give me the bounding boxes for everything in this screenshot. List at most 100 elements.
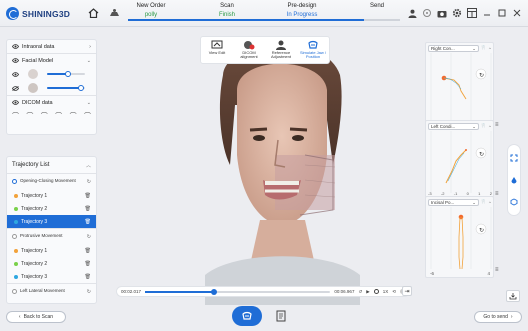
- graph-settings-icon[interactable]: ≡: [495, 122, 499, 128]
- reset-icon: ↻: [479, 72, 484, 79]
- user-icon[interactable]: [407, 8, 417, 18]
- delete-icon[interactable]: 🗑: [85, 219, 91, 225]
- step-status: In Progress: [286, 12, 318, 18]
- minimize-icon[interactable]: [482, 8, 492, 18]
- step-status: Finish: [218, 12, 235, 18]
- trajectory-group[interactable]: Opening-Closing Movement ↻: [7, 174, 96, 189]
- graph-select[interactable]: Right Con... ⌄: [428, 44, 479, 52]
- delete-icon[interactable]: 🗑: [85, 274, 91, 280]
- maximize-icon[interactable]: [497, 8, 507, 18]
- trajectory-item[interactable]: Trajectory 2 🗑: [7, 257, 96, 270]
- refresh-icon[interactable]: ↻: [87, 234, 91, 240]
- send-preview-button[interactable]: [506, 290, 520, 302]
- progress-line: [128, 19, 364, 21]
- trajectory-item[interactable]: Trajectory 2 🗑: [7, 202, 96, 215]
- trajectory-item[interactable]: Trajectory 3 🗑: [7, 215, 96, 228]
- tooth-icon[interactable]: 🦷: [481, 45, 487, 51]
- play-icon[interactable]: ▶: [366, 289, 369, 295]
- chevron-down-icon[interactable]: ⌄: [87, 58, 91, 64]
- intraoral-section-header[interactable]: Intraoral data ›: [7, 40, 96, 53]
- step-scan[interactable]: Scan Finish: [214, 3, 240, 18]
- speed-button[interactable]: 1X: [383, 289, 389, 294]
- step-new-order[interactable]: New Order polly: [136, 3, 166, 18]
- skull-icon[interactable]: ◔: [488, 200, 491, 205]
- trajectory-item[interactable]: Trajectory 3 🗑: [7, 270, 96, 283]
- eye-off-icon[interactable]: [12, 85, 19, 91]
- dicom-section-header[interactable]: DICOM data ⌄: [7, 96, 96, 109]
- graph-settings-icon[interactable]: ≡: [495, 191, 499, 197]
- graph-settings-icon[interactable]: ≡: [495, 267, 499, 273]
- cube-icon[interactable]: [510, 198, 518, 206]
- back-label: Back to Scan: [23, 314, 54, 320]
- settings-icon[interactable]: [452, 8, 462, 18]
- facial-section-header[interactable]: Facial Model ⌄: [7, 54, 96, 67]
- chevron-down-icon: ⌄: [472, 123, 476, 129]
- trajectory-label: Trajectory 3: [21, 273, 48, 280]
- opacity-slider[interactable]: [47, 71, 85, 77]
- chevron-up-icon[interactable]: ︿: [86, 162, 91, 169]
- refresh-icon[interactable]: ↻: [87, 289, 91, 295]
- delete-icon[interactable]: 🗑: [85, 206, 91, 212]
- arch-view-icon[interactable]: ⌒: [55, 111, 62, 121]
- exit-playback-icon[interactable]: ⇥: [402, 286, 412, 296]
- radio-button[interactable]: [12, 179, 17, 184]
- arch-view-icon[interactable]: ⌒: [41, 111, 48, 121]
- timeline-slider[interactable]: [145, 288, 331, 295]
- report-button[interactable]: [271, 306, 291, 326]
- arch-view-icon[interactable]: ⌒: [12, 111, 19, 121]
- delete-icon[interactable]: 🗑: [85, 261, 91, 267]
- graph-plot: ↻: [430, 207, 492, 270]
- eye-icon[interactable]: [12, 58, 19, 63]
- graph-select[interactable]: Left Condi... ⌄: [428, 122, 479, 130]
- slider-handle[interactable]: [78, 85, 85, 91]
- layout-icon[interactable]: [467, 8, 477, 18]
- skull-icon[interactable]: ◔: [488, 124, 491, 129]
- trajectory-group[interactable]: Left Lateral Movement ↻: [7, 284, 96, 299]
- tooth-icon[interactable]: 🦷: [481, 123, 487, 129]
- trajectory-item[interactable]: Trajectory 1 🗑: [7, 189, 96, 202]
- frame-icon[interactable]: [510, 154, 518, 162]
- replay-icon[interactable]: ↺: [358, 289, 362, 295]
- opacity-slider[interactable]: [47, 85, 85, 91]
- dicom-alignment-button[interactable]: DICOM alignment: [234, 40, 264, 59]
- radio-button[interactable]: [12, 289, 17, 294]
- loop-icon[interactable]: ⟲: [392, 289, 396, 295]
- reference-adjustment-button[interactable]: Reference Adjustment: [266, 40, 296, 59]
- stop-icon[interactable]: [373, 289, 379, 294]
- eye-icon[interactable]: [12, 71, 19, 77]
- step-send[interactable]: Send: [366, 3, 388, 12]
- graph-select[interactable]: Incisal Po... ⌄: [428, 198, 479, 206]
- scanner-icon[interactable]: [108, 8, 121, 20]
- screenshot-icon[interactable]: [437, 8, 447, 18]
- refresh-icon[interactable]: ↻: [87, 179, 91, 185]
- target-icon[interactable]: [422, 8, 432, 18]
- tooth-icon[interactable]: 🦷: [481, 199, 487, 205]
- arch-view-icon[interactable]: ⌒: [26, 111, 33, 121]
- chevron-right-icon[interactable]: ›: [89, 44, 91, 50]
- close-icon[interactable]: [512, 8, 522, 18]
- jaw-motion-button[interactable]: [232, 306, 262, 326]
- trajectory-group[interactable]: Protrusive Movement ↻: [7, 229, 96, 244]
- facial-scan-model[interactable]: [205, 35, 360, 305]
- eye-icon[interactable]: [12, 44, 19, 49]
- simulate-jaw-button[interactable]: Simulate Jaw / Position: [298, 40, 328, 59]
- simulate-jaw-icon: [308, 40, 318, 49]
- trajectory-header[interactable]: Trajectory List ︿: [7, 157, 96, 173]
- radio-button[interactable]: [12, 234, 17, 239]
- arch-view-icon[interactable]: ⌒: [84, 111, 91, 121]
- home-icon[interactable]: [88, 8, 99, 20]
- slider-handle[interactable]: [64, 71, 71, 77]
- eye-icon[interactable]: [12, 100, 19, 105]
- delete-icon[interactable]: 🗑: [85, 193, 91, 199]
- back-button[interactable]: ‹ Back to Scan: [6, 311, 66, 323]
- trajectory-item[interactable]: Trajectory 1 🗑: [7, 244, 96, 257]
- opacity-icon[interactable]: [510, 176, 518, 184]
- chevron-down-icon[interactable]: ⌄: [87, 100, 91, 106]
- arch-view-icon[interactable]: ⌒: [70, 111, 77, 121]
- next-button[interactable]: Go to send ›: [474, 311, 522, 323]
- timeline-handle[interactable]: [210, 288, 217, 295]
- skull-icon[interactable]: ◔: [488, 46, 491, 51]
- step-pre-design[interactable]: Pre-design In Progress: [285, 3, 319, 18]
- view-edit-button[interactable]: View Edit: [202, 40, 232, 55]
- delete-icon[interactable]: 🗑: [85, 248, 91, 254]
